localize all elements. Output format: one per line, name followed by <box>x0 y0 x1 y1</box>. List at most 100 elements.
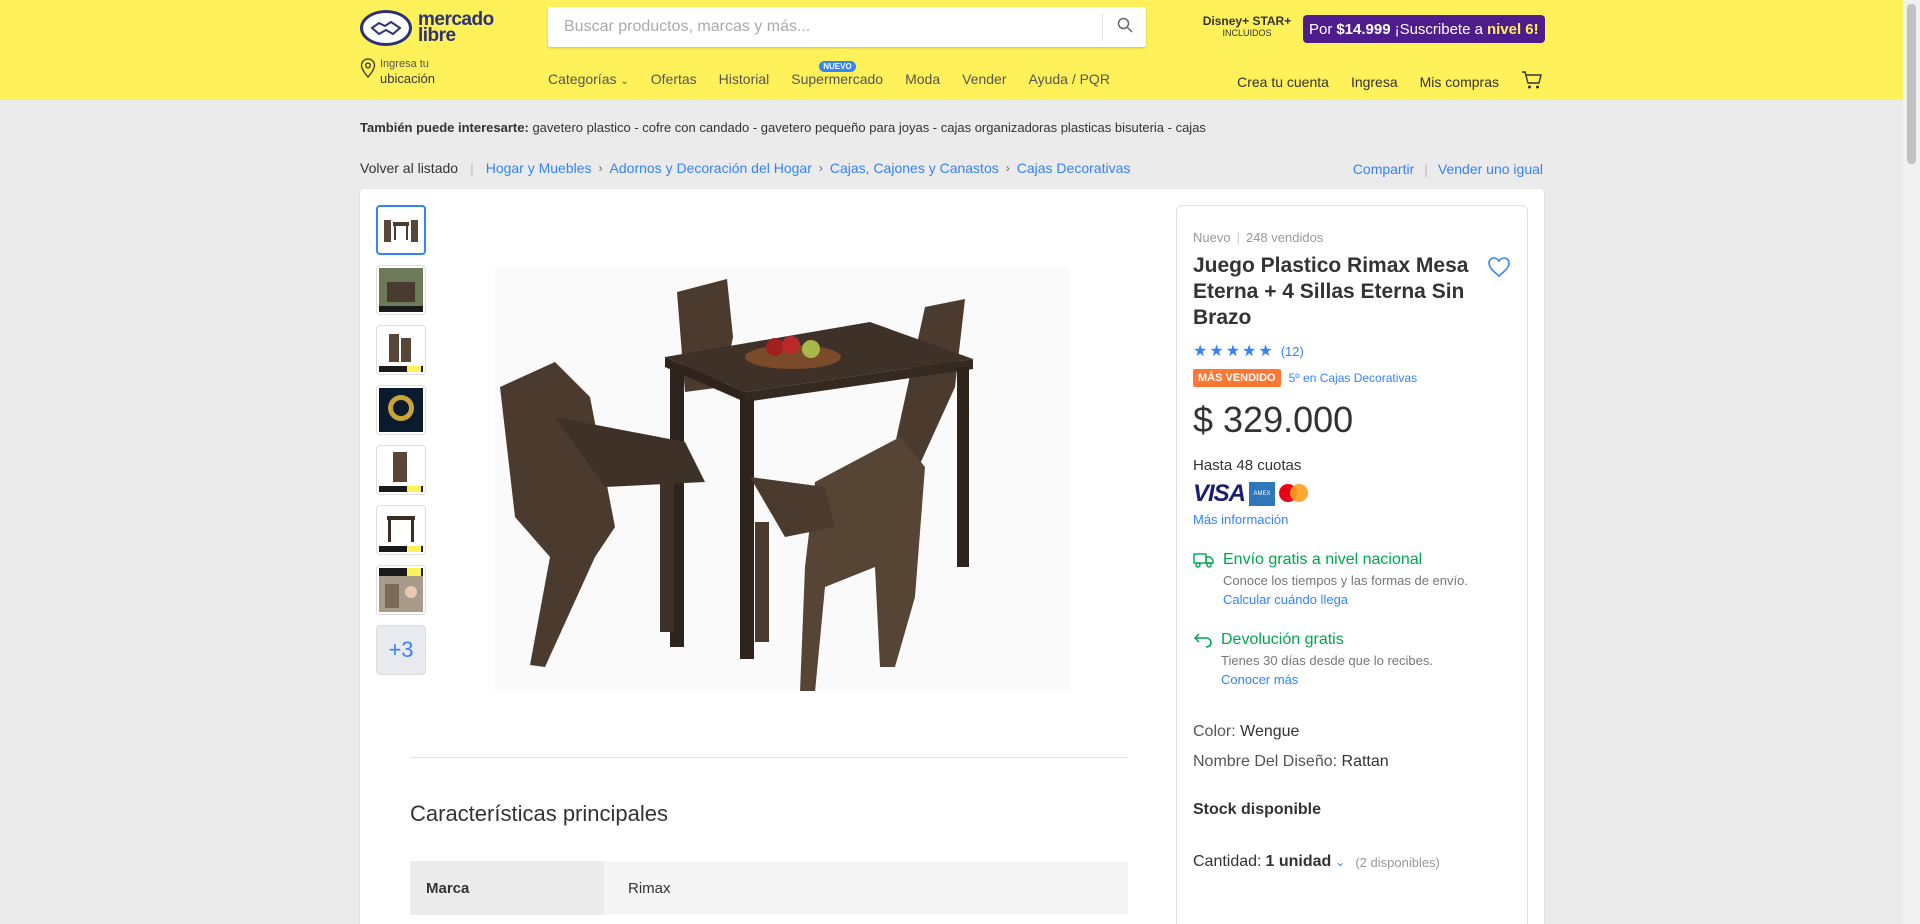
feature-value: Rimax <box>604 861 1128 915</box>
chevron-down-icon: ⌄ <box>620 76 629 87</box>
payment-methods: VISA AMEX <box>1193 480 1511 508</box>
thumbnail[interactable] <box>376 565 426 615</box>
quantity-label: Cantidad: <box>1193 853 1262 870</box>
related-searches-links[interactable]: gavetero plastico - cofre con candado - … <box>532 120 1206 135</box>
product-title: Juego Plastico Rimax Mesa Eterna + 4 Sil… <box>1193 254 1469 329</box>
star-icon: ★ <box>1242 343 1257 360</box>
my-purchases-link[interactable]: Mis compras <box>1420 74 1499 90</box>
header: mercado libre Disney+ STAR+ INCLUIDOS Po… <box>0 0 1903 100</box>
sold-count: 248 vendidos <box>1245 230 1324 245</box>
location-label: ubicación <box>380 71 435 86</box>
create-account-link[interactable]: Crea tu cuenta <box>1237 74 1329 90</box>
section-divider <box>410 757 1128 758</box>
scrollbar-thumb[interactable] <box>1907 4 1916 164</box>
amex-icon: AMEX <box>1249 482 1276 506</box>
heart-icon[interactable] <box>1487 256 1511 283</box>
page-scrollbar[interactable] <box>1903 0 1920 924</box>
account-nav: Crea tu cuenta Ingresa Mis compras <box>1237 70 1543 93</box>
calculate-delivery-link[interactable]: Calcular cuándo llega <box>1223 592 1468 607</box>
chevron-right-icon: › <box>598 161 603 175</box>
product-card: +3 Características principales Marca Rim… <box>360 189 1544 924</box>
thumbnail[interactable] <box>376 385 426 435</box>
thumbnail[interactable] <box>376 445 426 495</box>
shipping-info: Envío gratis a nivel nacional Conoce los… <box>1193 551 1511 607</box>
chevron-down-icon: ⌄ <box>1335 855 1346 869</box>
mastercard-icon <box>1279 482 1309 506</box>
search-bar <box>548 7 1146 47</box>
breadcrumb: Volver al listado | Hogar y Muebles › Ad… <box>360 160 1130 176</box>
condition: Nuevo <box>1193 230 1231 245</box>
nav-moda[interactable]: Moda <box>905 71 940 87</box>
installments: Hasta 48 cuotas <box>1193 457 1302 474</box>
breadcrumb-item[interactable]: Hogar y Muebles <box>486 160 592 176</box>
sell-similar-link[interactable]: Vender uno igual <box>1438 161 1543 177</box>
thumbnail[interactable] <box>376 325 426 375</box>
location-pin-icon <box>360 58 376 83</box>
color-attribute: Color: Wengue <box>1193 723 1300 740</box>
main-nav: Categorías ⌄ Ofertas Historial NUEVO Sup… <box>548 61 1132 87</box>
badges: MÁS VENDIDO 5º en Cajas Decorativas <box>1193 369 1511 387</box>
search-icon <box>1117 17 1133 38</box>
breadcrumb-item[interactable]: Cajas Decorativas <box>1017 160 1131 176</box>
thumbnail[interactable] <box>376 505 426 555</box>
location-selector[interactable]: Ingresa tu ubicación <box>360 58 435 88</box>
nav-historial[interactable]: Historial <box>719 71 770 87</box>
chevron-right-icon: › <box>1005 161 1010 175</box>
category-rank-link[interactable]: 5º en Cajas Decorativas <box>1289 371 1417 385</box>
logo-text: mercado libre <box>418 9 494 46</box>
features-row: Marca Rimax <box>410 861 1128 915</box>
subscription-promo-button[interactable]: Por $14.999 ¡Suscribete a nivel 6! <box>1303 15 1545 43</box>
star-icon: ★ <box>1258 343 1273 360</box>
new-badge: NUEVO <box>819 61 856 72</box>
search-input[interactable] <box>548 7 1102 47</box>
thumbnail[interactable] <box>376 205 426 255</box>
related-searches: También puede interesarte: gavetero plas… <box>360 120 1206 135</box>
divider: | <box>1424 161 1428 177</box>
feature-key: Marca <box>410 861 604 915</box>
nav-vender[interactable]: Vender <box>962 71 1006 87</box>
return-arrow-icon <box>1193 631 1213 687</box>
nav-categorias[interactable]: Categorías ⌄ <box>548 71 629 87</box>
divider: | <box>470 160 474 176</box>
thumbnail[interactable] <box>376 265 426 315</box>
star-icon: ★ <box>1209 343 1224 360</box>
design-attribute: Nombre Del Diseño: Rattan <box>1193 753 1389 770</box>
condition-line: Nuevo | 248 vendidos <box>1193 230 1324 245</box>
breadcrumb-item[interactable]: Adornos y Decoración del Hogar <box>610 160 812 176</box>
more-photos-button[interactable]: +3 <box>376 625 426 675</box>
quantity-selector[interactable]: Cantidad: 1 unidad ⌄ (2 disponibles) <box>1193 853 1511 871</box>
cart-icon[interactable] <box>1521 70 1543 93</box>
product-main-image[interactable] <box>495 267 1069 692</box>
review-count[interactable]: (12) <box>1281 344 1304 359</box>
features-table: Marca Rimax <box>410 861 1128 915</box>
chevron-right-icon: › <box>818 161 823 175</box>
nav-supermercado[interactable]: NUEVO Supermercado <box>791 61 883 87</box>
login-link[interactable]: Ingresa <box>1351 74 1398 90</box>
shipping-subtitle: Conoce los tiempos y las formas de envío… <box>1223 573 1468 588</box>
return-subtitle: Tienes 30 días desde que lo recibes. <box>1221 653 1433 668</box>
mercadolibre-logo[interactable]: mercado libre <box>360 10 494 46</box>
buy-box: Nuevo | 248 vendidos Juego Plastico Rimax … <box>1176 205 1528 924</box>
return-info: Devolución gratis Tienes 30 días desde q… <box>1193 631 1511 687</box>
learn-more-link[interactable]: Conocer más <box>1221 672 1433 687</box>
disney-star-promo[interactable]: Disney+ STAR+ INCLUIDOS <box>1200 14 1294 38</box>
share-link[interactable]: Compartir <box>1353 161 1414 177</box>
nav-ayuda[interactable]: Ayuda / PQR <box>1028 71 1109 87</box>
available-count: (2 disponibles) <box>1355 854 1440 870</box>
truck-icon <box>1193 551 1215 607</box>
star-icon: ★ <box>1193 343 1208 360</box>
share-actions: Compartir | Vender uno igual <box>1353 161 1543 177</box>
quantity-value[interactable]: 1 unidad <box>1266 853 1332 871</box>
visa-icon: VISA <box>1193 480 1246 507</box>
search-button[interactable] <box>1102 13 1146 41</box>
back-to-listing-link[interactable]: Volver al listado <box>360 160 458 176</box>
rating[interactable]: ★ ★ ★ ★ ★ (12) <box>1193 341 1511 361</box>
location-hint: Ingresa tu <box>380 58 429 70</box>
nav-ofertas[interactable]: Ofertas <box>651 71 697 87</box>
shipping-title: Envío gratis a nivel nacional <box>1223 551 1423 568</box>
thumbnail-list: +3 <box>376 205 426 685</box>
breadcrumb-item[interactable]: Cajas, Cajones y Canastos <box>830 160 999 176</box>
features-title: Características principales <box>410 801 668 826</box>
stock-status: Stock disponible <box>1193 801 1322 818</box>
more-info-link[interactable]: Más información <box>1193 512 1511 527</box>
